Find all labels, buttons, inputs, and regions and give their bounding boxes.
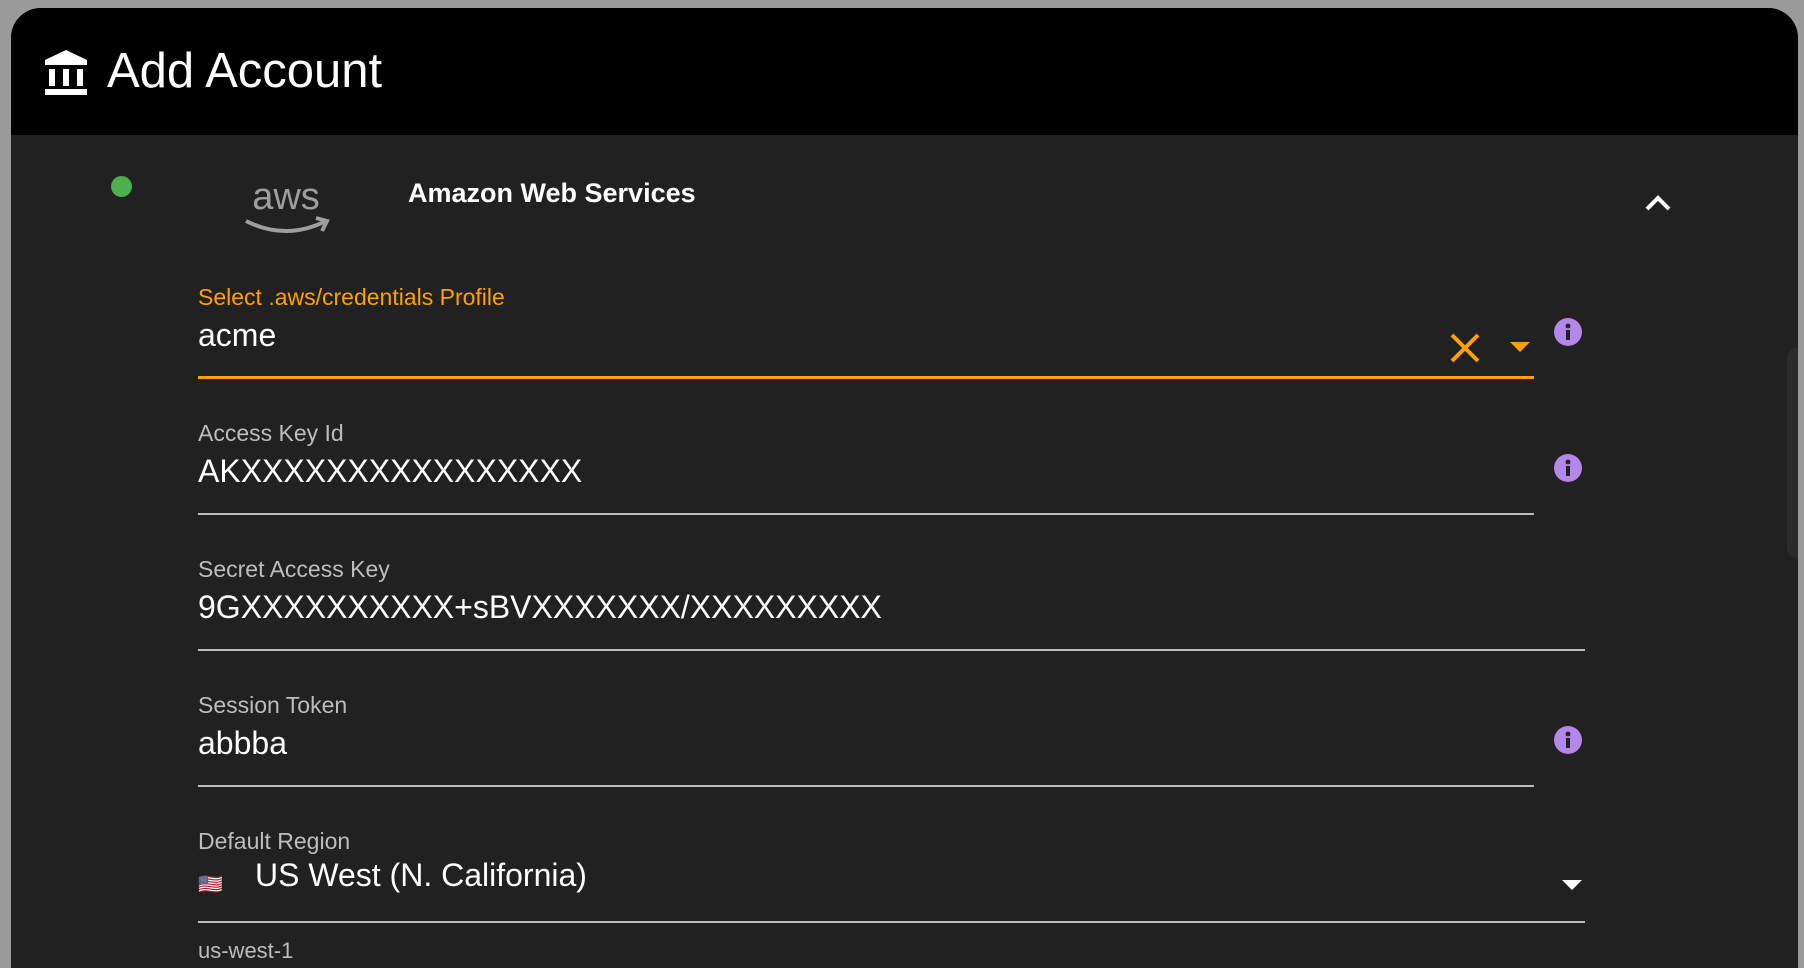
default-region-label: Default Region (198, 828, 351, 854)
profile-select[interactable]: Select .aws/credentials Profile acme (198, 284, 1534, 380)
secret-access-key-label: Secret Access Key (198, 556, 390, 582)
profile-label: Select .aws/credentials Profile (198, 284, 505, 310)
secret-access-key-value[interactable]: 9GXXXXXXXXXX+sBVXXXXXXX/XXXXXXXXX (198, 589, 882, 626)
provider-name: Amazon Web Services (408, 178, 696, 208)
default-region-underline (198, 921, 1585, 923)
default-region-select[interactable]: Default Region 🇺🇸 US West (N. California… (198, 828, 1585, 968)
session-token-label: Session Token (198, 692, 348, 718)
session-token-field[interactable]: Session Token abbba (198, 692, 1534, 788)
aws-logo-text: aws (252, 176, 320, 218)
aws-logo: aws (245, 176, 330, 233)
chevron-up-icon[interactable] (1642, 188, 1674, 220)
region-code: us-west-1 (198, 938, 294, 963)
dialog-header: Add Account (11, 8, 1798, 135)
page-title: Add Account (107, 44, 383, 98)
connection-status-indicator (111, 176, 132, 197)
clear-icon[interactable] (1448, 331, 1482, 365)
access-key-id-field[interactable]: Access Key Id AKXXXXXXXXXXXXXXXX (198, 420, 1534, 516)
bank-icon (45, 50, 87, 95)
profile-value[interactable]: acme (198, 317, 276, 354)
dropdown-arrow-icon[interactable] (1560, 878, 1584, 892)
default-region-value[interactable]: US West (N. California) (255, 857, 587, 894)
access-key-id-value[interactable]: AKXXXXXXXXXXXXXXXX (198, 453, 582, 490)
session-token-underline (198, 785, 1534, 787)
info-icon[interactable] (1554, 318, 1582, 346)
session-token-value[interactable]: abbba (198, 725, 287, 762)
secret-access-key-field[interactable]: Secret Access Key 9GXXXXXXXXXX+sBVXXXXXX… (198, 556, 1585, 652)
scrollbar[interactable] (1787, 348, 1798, 558)
access-key-id-underline (198, 513, 1534, 515)
us-flag-icon: 🇺🇸 (198, 874, 223, 896)
add-account-dialog: Add Account aws Amazon Web Services Sele… (11, 8, 1798, 968)
info-icon[interactable] (1554, 726, 1582, 754)
info-icon[interactable] (1554, 454, 1582, 482)
dropdown-arrow-icon[interactable] (1508, 340, 1532, 354)
secret-access-key-underline (198, 649, 1585, 651)
access-key-id-label: Access Key Id (198, 420, 344, 446)
profile-underline (198, 376, 1534, 379)
